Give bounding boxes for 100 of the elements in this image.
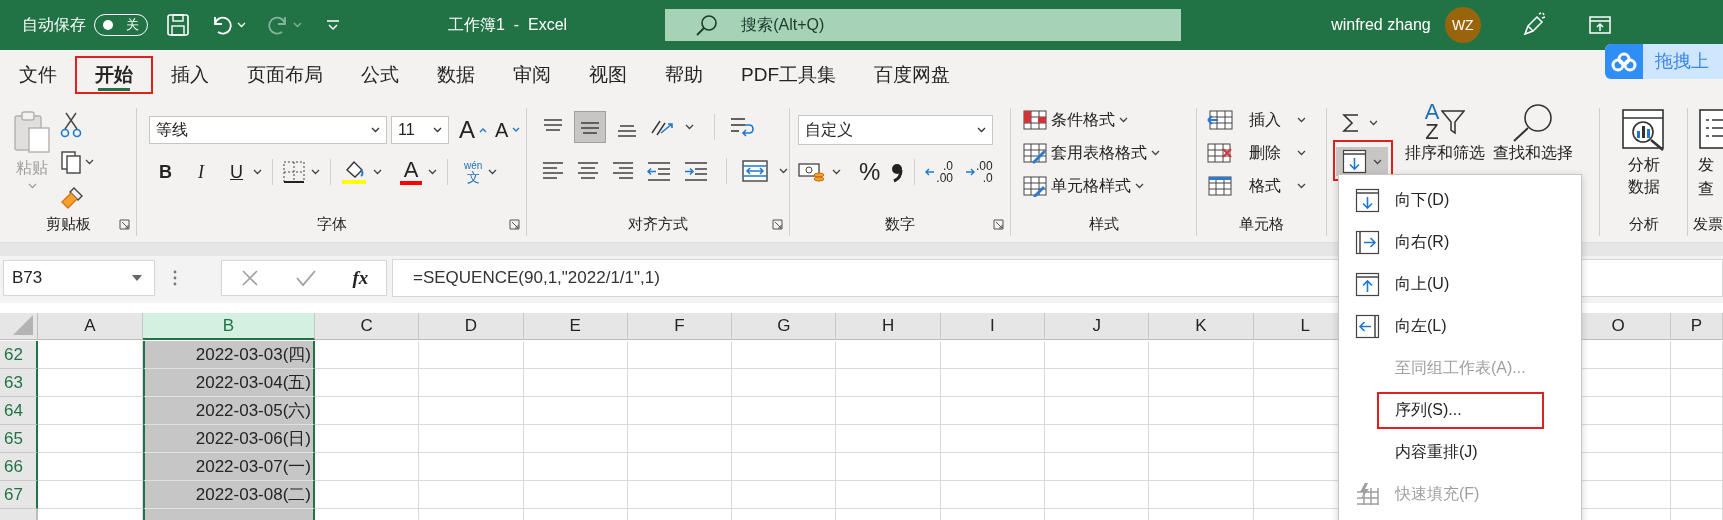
comma-style-icon[interactable] (890, 161, 905, 183)
align-left-icon[interactable] (541, 160, 565, 182)
caret-icon[interactable] (1297, 183, 1306, 189)
ribbon-tab[interactable]: 数据 (418, 57, 494, 93)
dialog-launcher-icon[interactable] (509, 219, 520, 230)
ribbon-tab[interactable]: 文件 (0, 57, 76, 93)
caret-icon[interactable] (85, 159, 94, 165)
menu-item[interactable]: 序列(S)... (1339, 389, 1581, 431)
name-box[interactable]: B73 (3, 259, 155, 296)
search-field[interactable]: 搜索(Alt+Q) (665, 9, 1182, 41)
column-header[interactable]: J (1045, 313, 1150, 340)
caret-icon[interactable] (1373, 158, 1382, 165)
analyze-data-button[interactable]: 分析数据 (1620, 108, 1667, 212)
copy-icon[interactable] (60, 150, 82, 174)
row-header[interactable]: 66 (0, 453, 38, 481)
cancel-icon[interactable] (239, 267, 260, 288)
caret-icon[interactable] (832, 169, 841, 175)
ribbon-tab[interactable]: 帮助 (646, 57, 722, 93)
caret-icon[interactable] (1119, 117, 1128, 123)
increase-font-size-button[interactable]: A (453, 116, 489, 144)
caret-icon[interactable] (311, 169, 320, 175)
caret-icon[interactable] (371, 127, 380, 133)
column-header[interactable]: P (1670, 313, 1723, 340)
menu-item[interactable]: 内容重排(J) (1339, 431, 1581, 473)
caret-icon[interactable] (1369, 120, 1378, 126)
underline-button[interactable]: U (226, 161, 247, 183)
font-name-dropdown[interactable]: 等线 (149, 116, 387, 144)
percent-button[interactable]: % (855, 158, 885, 186)
ribbon-tab[interactable]: 插入 (152, 57, 228, 93)
ribbon-tab[interactable]: 页面布局 (228, 57, 342, 93)
caret-icon[interactable] (373, 169, 382, 175)
bold-button[interactable]: B (155, 161, 176, 183)
save-icon[interactable] (166, 13, 190, 37)
styles-menu-button[interactable]: 条件格式 (1023, 104, 1160, 136)
accounting-format-icon[interactable] (798, 160, 826, 184)
column-header[interactable]: A (38, 313, 143, 340)
row-header[interactable]: 64 (0, 397, 38, 425)
fill-color-icon[interactable] (341, 159, 367, 185)
column-header[interactable]: I (940, 313, 1046, 340)
caret-icon[interactable] (253, 169, 262, 175)
font-size-dropdown[interactable]: 11 (391, 116, 449, 144)
ribbon-display-icon[interactable] (1588, 16, 1611, 34)
column-header[interactable]: B (143, 313, 315, 340)
ribbon-tab[interactable]: 视图 (570, 57, 646, 93)
column-header[interactable]: G (732, 313, 837, 340)
caret-icon[interactable] (977, 127, 986, 133)
row-header[interactable]: 63 (0, 369, 38, 397)
user-name[interactable]: winfred zhang (1331, 16, 1431, 34)
caret-icon[interactable] (132, 274, 142, 281)
row-header[interactable]: 67 (0, 481, 38, 509)
row-header[interactable]: 62 (0, 341, 38, 369)
decrease-font-size-button[interactable]: A (493, 118, 523, 142)
align-right-icon[interactable] (611, 160, 635, 182)
caret-icon[interactable] (488, 169, 498, 175)
align-center-icon[interactable] (576, 160, 600, 182)
ribbon-tab[interactable]: 开始 (76, 57, 152, 93)
number-format-dropdown[interactable]: 自定义 (798, 115, 993, 145)
ribbon-tab[interactable]: PDF工具集 (722, 57, 855, 93)
caret-icon[interactable] (1135, 183, 1144, 189)
cells-menu-button[interactable]: 格式 (1207, 170, 1306, 202)
cells-menu-button[interactable]: 删除 (1207, 137, 1306, 169)
italic-button[interactable]: I (194, 161, 208, 183)
format-painter-icon[interactable] (60, 186, 84, 210)
styles-menu-button[interactable]: 套用表格格式 (1023, 137, 1160, 169)
ribbon-tab[interactable]: 审阅 (494, 57, 570, 93)
increase-decimal-button[interactable]: .0 .00 (925, 160, 954, 184)
cells-menu-button[interactable]: 插入 (1207, 104, 1306, 136)
caret-icon[interactable] (1297, 117, 1306, 123)
caret-icon[interactable] (1151, 150, 1160, 156)
font-color-button[interactable]: A (400, 159, 422, 185)
column-header[interactable]: F (627, 313, 733, 340)
increase-indent-icon[interactable] (683, 160, 709, 182)
merge-cells-icon[interactable] (742, 159, 768, 183)
dialog-launcher-icon[interactable] (772, 219, 783, 230)
column-header[interactable]: D (419, 313, 524, 340)
dialog-launcher-icon[interactable] (993, 219, 1004, 230)
invoice-button[interactable]: 发 查 (1698, 108, 1723, 212)
styles-menu-button[interactable]: 单元格样式 (1023, 170, 1160, 202)
insert-function-button[interactable]: fx (352, 266, 369, 289)
caret-icon[interactable] (685, 124, 694, 130)
customize-toolbar-icon[interactable] (326, 19, 340, 31)
cut-icon[interactable] (60, 112, 82, 138)
phonetic-guide-button[interactable]: wén 文 (464, 160, 483, 184)
caret-icon[interactable] (1297, 150, 1306, 156)
column-header[interactable]: K (1149, 313, 1254, 340)
borders-icon[interactable] (283, 161, 305, 183)
ribbon-tab[interactable]: 百度网盘 (855, 57, 969, 93)
column-header[interactable]: E (523, 313, 628, 340)
decrease-decimal-button[interactable]: .00 .0 (965, 160, 993, 184)
caret-icon[interactable] (433, 127, 442, 133)
decrease-indent-icon[interactable] (646, 160, 672, 182)
caret-icon[interactable] (428, 169, 437, 175)
caret-icon[interactable] (779, 168, 788, 174)
sum-icon[interactable] (1341, 112, 1361, 134)
ribbon-tab[interactable]: 公式 (342, 57, 418, 93)
fill-button[interactable] (1336, 147, 1388, 176)
column-header[interactable]: H (836, 313, 941, 340)
dialog-launcher-icon[interactable] (119, 219, 130, 230)
user-avatar[interactable]: WZ (1444, 7, 1481, 43)
column-header[interactable]: C (315, 313, 420, 340)
